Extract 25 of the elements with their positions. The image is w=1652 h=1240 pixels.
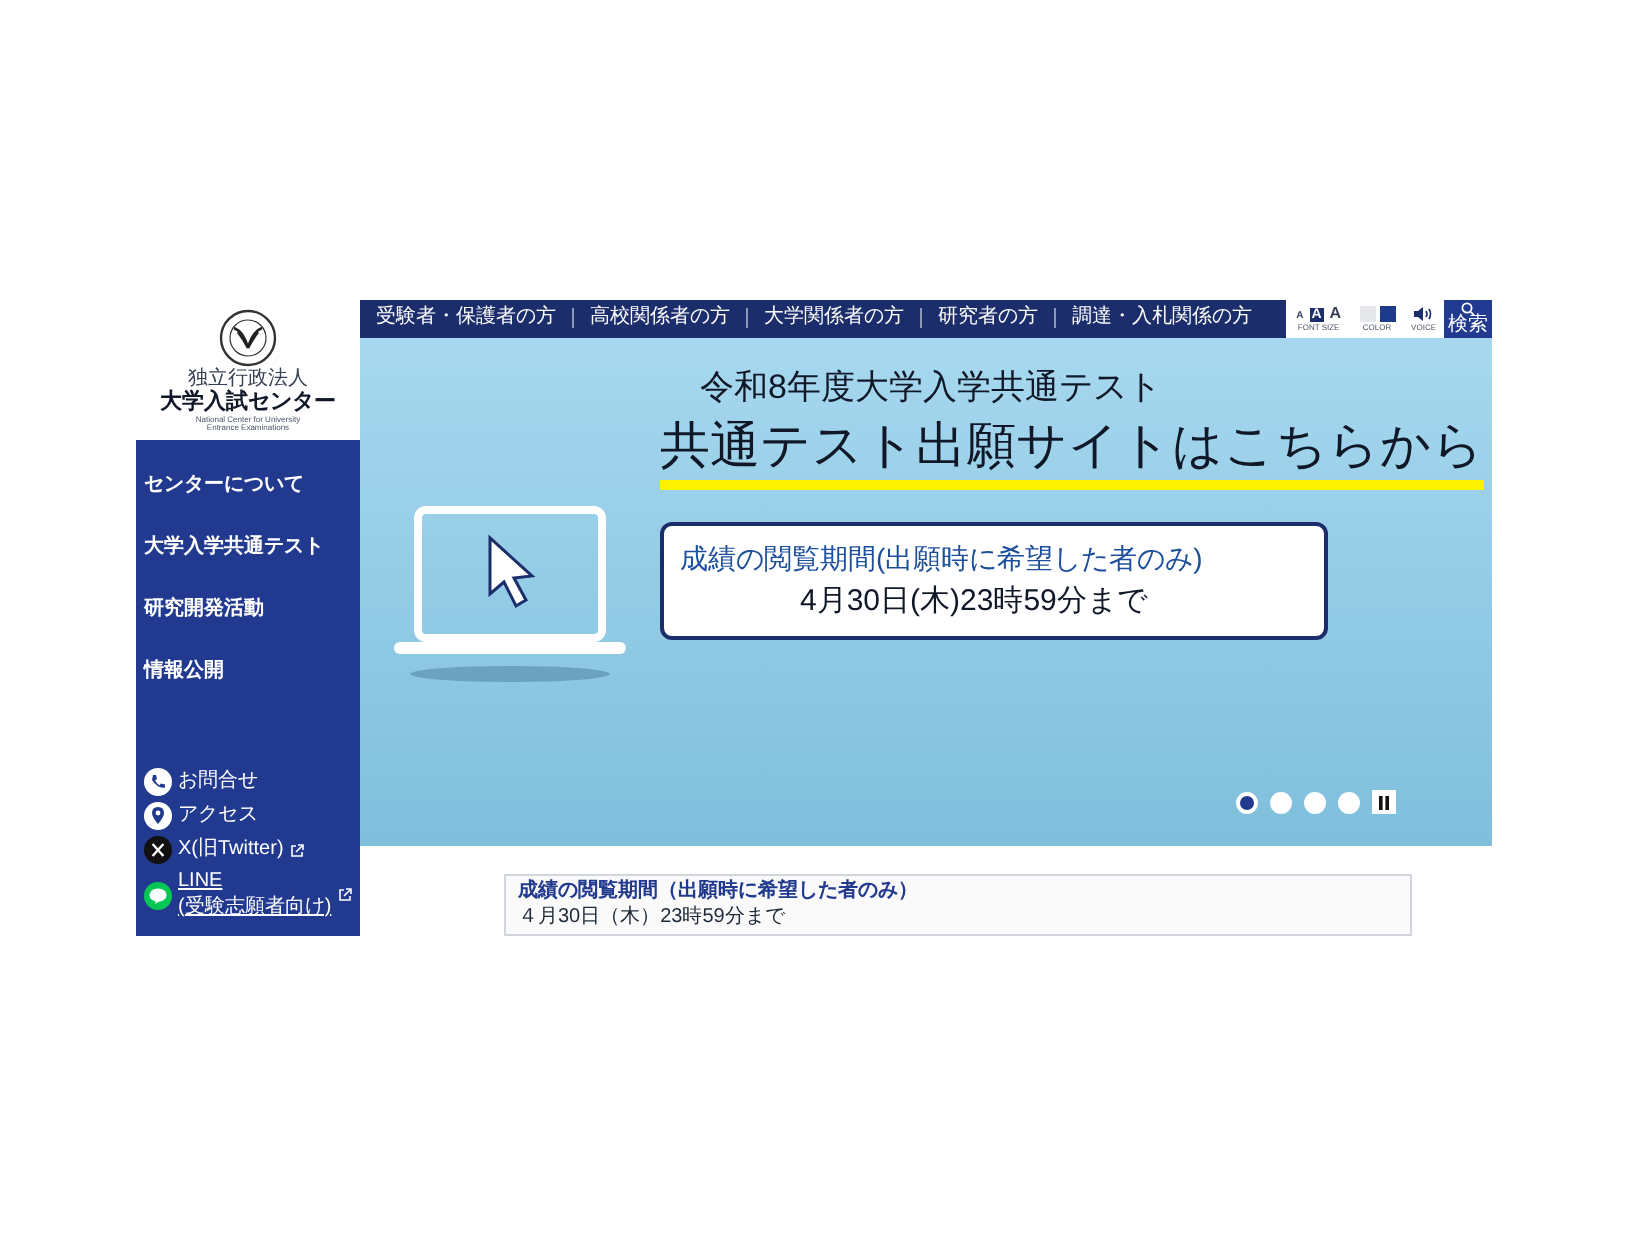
- organization-type: 独立行政法人: [188, 369, 308, 390]
- hero-subtitle: 令和8年度大学入学共通テスト: [700, 365, 1163, 410]
- hero-banner[interactable]: 令和8年度大学入学共通テスト 共通テスト出願サイトはこちらから 成績の閲覧期間(出願時に希望した者のみ) 4月30日(木)23時59分まで: [360, 337, 1492, 846]
- sidebar-item[interactable]: 研究開発活動: [136, 588, 360, 630]
- sidebar-item[interactable]: 情報公開: [136, 650, 360, 692]
- notice-date: 4月30日(木)23時59分まで: [800, 581, 1150, 622]
- hero-title[interactable]: 共通テスト出願サイトはこちらから: [660, 416, 1484, 490]
- nav-link[interactable]: 調達・入札関係の方: [1056, 308, 1268, 329]
- sidebar-link[interactable]: X(旧Twitter): [178, 837, 284, 863]
- search-button[interactable]: 検索: [1444, 300, 1492, 338]
- font-size-option[interactable]: A: [1327, 305, 1344, 322]
- nav-link[interactable]: 研究者の方: [922, 308, 1054, 329]
- nav-link[interactable]: 大学関係者の方: [748, 308, 920, 329]
- sidebar-item[interactable]: 大学入学共通テスト: [136, 526, 360, 568]
- notice-card-heading[interactable]: 成績の閲覧期間（出願時に希望した者のみ）: [518, 880, 1398, 905]
- notice-card-date: ４月30日（木）23時59分まで: [518, 905, 787, 930]
- sidebar-link[interactable]: お問合せ: [178, 769, 258, 795]
- sidebar-link[interactable]: LINE: [178, 870, 332, 895]
- nav-link[interactable]: 高校関係者の方: [574, 308, 746, 329]
- sidebar-link-sublabel[interactable]: (受験志願者向け): [178, 895, 332, 920]
- sidebar-item[interactable]: センターについて: [136, 464, 360, 506]
- sidebar-link[interactable]: アクセス: [178, 803, 258, 829]
- notice-heading: 成績の閲覧期間(出願時に希望した者のみ): [680, 539, 1205, 578]
- organization-name: 大学入試センター: [160, 389, 336, 416]
- nav-link[interactable]: 受験者・保護者の方: [360, 308, 572, 329]
